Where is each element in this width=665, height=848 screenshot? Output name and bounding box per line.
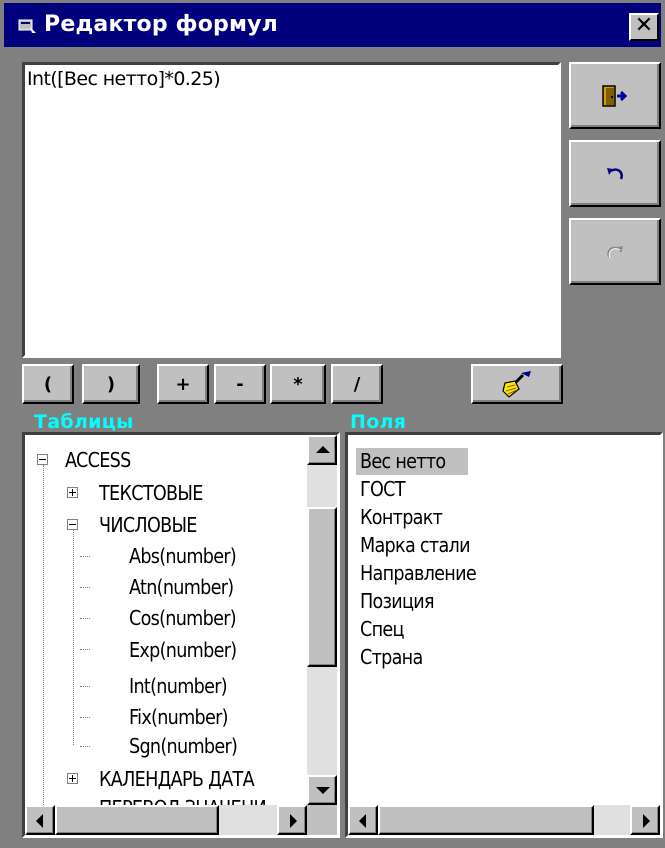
exit-button[interactable]	[569, 62, 661, 129]
field-item[interactable]: Страна	[360, 645, 423, 669]
redo-button[interactable]	[569, 218, 661, 285]
window-title: Редактор формул	[44, 12, 278, 37]
title-bar[interactable]: Редактор формул ✕	[4, 3, 661, 47]
undo-button[interactable]	[569, 140, 661, 207]
scroll-up-button[interactable]	[307, 435, 337, 465]
tables-label: Таблицы	[34, 411, 134, 433]
fields-label: Поля	[350, 411, 407, 433]
tree-line	[43, 465, 44, 805]
tree-line	[80, 686, 90, 687]
tree-item[interactable]: Fix(number)	[129, 705, 229, 729]
plus-button[interactable]: +	[157, 364, 209, 404]
tree-line	[80, 556, 90, 557]
field-item[interactable]: Контракт	[360, 505, 443, 529]
multiply-label: *	[293, 373, 303, 395]
tree-line	[80, 649, 90, 650]
close-button[interactable]: ✕	[629, 13, 659, 41]
undo-icon	[607, 167, 623, 179]
field-item[interactable]: Позиция	[360, 589, 435, 613]
field-item[interactable]: Спец	[360, 617, 404, 641]
collapse-icon[interactable]	[67, 519, 78, 530]
formula-editor-window: Редактор формул ✕ Int([Вес нетто]*0.25) …	[0, 0, 665, 848]
field-item[interactable]: Вес нетто	[360, 449, 446, 473]
formula-textarea[interactable]: Int([Вес нетто]*0.25)	[22, 62, 561, 358]
tree-item[interactable]: Atn(number)	[129, 575, 234, 599]
tree-item[interactable]: Abs(number)	[129, 544, 237, 568]
scroll-down-button[interactable]	[307, 775, 337, 805]
close-paren-label: )	[106, 373, 116, 395]
arrow-up-icon	[316, 446, 330, 453]
close-paren-button[interactable]: )	[82, 364, 140, 404]
tree-line	[80, 618, 90, 619]
tree-root[interactable]: ACCESS	[65, 448, 131, 472]
formula-text: Int([Вес нетто]*0.25)	[27, 68, 221, 90]
open-paren-label: (	[43, 373, 53, 395]
minus-button[interactable]: -	[214, 364, 266, 404]
broom-icon	[502, 371, 531, 398]
arrow-right-icon	[290, 814, 297, 828]
divide-button[interactable]: /	[331, 364, 383, 404]
collapse-icon[interactable]	[37, 454, 48, 465]
scroll-corner	[307, 805, 337, 835]
minus-label: -	[236, 373, 244, 395]
tree-line	[80, 587, 90, 588]
scroll-thumb[interactable]	[378, 805, 594, 835]
arrow-right-icon	[643, 814, 650, 828]
field-item[interactable]: Марка стали	[360, 533, 471, 557]
tree-group-calendar[interactable]: КАЛЕНДАРЬ ДАТА	[99, 767, 255, 791]
scroll-right-button[interactable]	[277, 805, 307, 835]
open-paren-button[interactable]: (	[22, 364, 74, 404]
plus-label: +	[175, 373, 191, 395]
tree-group-text[interactable]: ТЕКСТОВЫЕ	[99, 481, 203, 505]
clear-button[interactable]	[471, 364, 563, 404]
arrow-left-icon	[359, 814, 366, 828]
tree-vertical-scrollbar[interactable]	[307, 435, 337, 805]
tree-item[interactable]: Cos(number)	[129, 606, 237, 630]
scroll-thumb[interactable]	[307, 507, 337, 667]
arrow-left-icon	[36, 814, 43, 828]
tree-group-numeric[interactable]: ЧИСЛОВЫЕ	[99, 513, 197, 537]
multiply-button[interactable]: *	[270, 364, 326, 404]
tree-item[interactable]: Int(number)	[129, 674, 228, 698]
app-icon	[18, 19, 36, 33]
scroll-right-button[interactable]	[630, 805, 660, 835]
tree-item[interactable]: Exp(number)	[129, 638, 237, 662]
expand-icon[interactable]	[67, 487, 78, 498]
tree-line	[80, 717, 90, 718]
tree-line	[73, 529, 74, 745]
scroll-left-button[interactable]	[25, 805, 55, 835]
tables-tree[interactable]: ACCESS ТЕКСТОВЫЕ ЧИСЛОВЫЕ Abs(number) At…	[22, 432, 340, 838]
scroll-thumb[interactable]	[55, 805, 219, 835]
redo-icon	[607, 245, 623, 258]
tree-item[interactable]: Sgn(number)	[129, 734, 238, 758]
scroll-left-button[interactable]	[348, 805, 378, 835]
exit-door-icon	[602, 84, 628, 107]
tree-line	[80, 746, 90, 747]
tree-horizontal-scrollbar[interactable]	[25, 805, 307, 835]
expand-icon[interactable]	[67, 773, 78, 784]
arrow-down-icon	[316, 787, 330, 794]
field-item[interactable]: Направление	[360, 561, 477, 585]
field-item[interactable]: ГОСТ	[360, 477, 406, 501]
divide-label: /	[353, 373, 361, 395]
close-icon: ✕	[634, 13, 654, 38]
fields-list[interactable]: Вес нетто ГОСТ Контракт Марка стали Напр…	[345, 432, 663, 838]
fields-horizontal-scrollbar[interactable]	[348, 805, 660, 835]
